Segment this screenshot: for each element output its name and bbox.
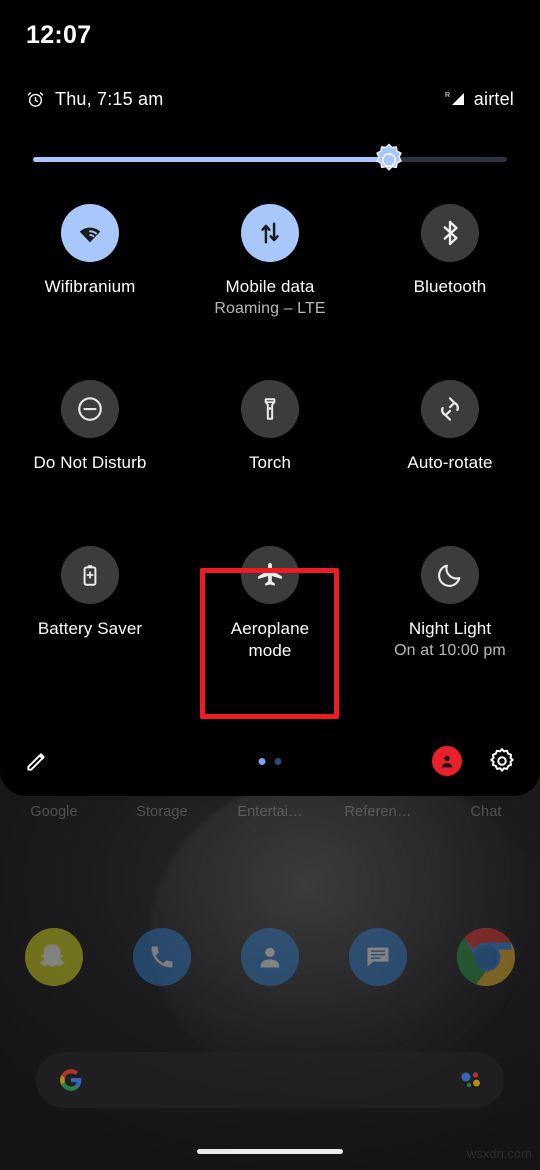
tile-sublabel: On at 10:00 pm xyxy=(394,641,506,659)
pencil-edit-icon[interactable] xyxy=(24,748,50,774)
quick-settings-tiles: Wifibranium Mobile data Roaming – LTE Bl… xyxy=(0,204,540,696)
home-gesture-bar[interactable] xyxy=(197,1149,343,1154)
alarm-info[interactable]: Thu, 7:15 am xyxy=(26,89,163,110)
tile-icon-container xyxy=(241,380,299,438)
tile-icon-container xyxy=(241,204,299,262)
folder-label: Referen… xyxy=(344,804,412,820)
folder-label: Google xyxy=(30,804,78,820)
gear-settings-icon[interactable] xyxy=(488,747,516,775)
signal-bars-icon: R xyxy=(444,89,468,109)
phone-screen: Google Storage Entertai… Referen… Chat w… xyxy=(0,0,540,1170)
folder-label: Storage xyxy=(136,804,188,820)
google-g-icon xyxy=(58,1067,84,1093)
tile-icon-container xyxy=(61,546,119,604)
do-not-disturb-icon xyxy=(78,397,102,421)
user-avatar-icon[interactable] xyxy=(432,746,462,776)
dock-item-snapchat[interactable] xyxy=(0,928,108,986)
page-dot-2[interactable] xyxy=(274,757,282,765)
folder-label: Entertai… xyxy=(237,804,303,820)
carrier-name: airtel xyxy=(473,88,514,109)
dock-item-messages[interactable] xyxy=(324,928,432,986)
snapchat-ghost-icon xyxy=(25,928,83,986)
tile-sublabel: Roaming – LTE xyxy=(214,299,326,317)
svg-text:R: R xyxy=(445,92,450,99)
tile-row-3: Battery Saver Aeroplane mode Night Light… xyxy=(0,546,540,696)
chrome-browser-icon xyxy=(457,928,515,986)
tile-torch[interactable]: Torch xyxy=(180,380,360,546)
home-dock xyxy=(0,928,540,986)
contacts-person-icon xyxy=(241,928,299,986)
tile-icon-container xyxy=(61,204,119,262)
tile-label: Torch xyxy=(248,453,292,472)
tile-label: Battery Saver xyxy=(37,619,143,638)
brightness-slider-thumb[interactable] xyxy=(372,143,406,177)
tile-icon-container xyxy=(241,546,299,604)
page-indicator xyxy=(258,757,282,765)
carrier-info: R airtel xyxy=(444,89,514,110)
tile-auto-rotate[interactable]: Auto-rotate xyxy=(360,380,540,546)
crescent-moon-icon xyxy=(438,564,461,587)
google-assistant-icon[interactable] xyxy=(458,1068,482,1092)
quick-settings-footer xyxy=(0,738,540,784)
status-bar-clock: 12:07 xyxy=(26,21,92,49)
messages-bubble-icon xyxy=(349,928,407,986)
tile-row-1: Wifibranium Mobile data Roaming – LTE Bl… xyxy=(0,204,540,380)
tile-label: Aeroplane mode xyxy=(230,619,310,660)
tile-wifi[interactable]: Wifibranium xyxy=(0,204,180,380)
site-watermark: wsxdn.com xyxy=(466,1146,532,1161)
tile-night-light[interactable]: Night Light On at 10:00 pm xyxy=(360,546,540,696)
footer-actions xyxy=(432,746,516,776)
tile-do-not-disturb[interactable]: Do Not Disturb xyxy=(0,380,180,546)
tile-icon-container xyxy=(61,380,119,438)
tile-icon-container xyxy=(421,380,479,438)
auto-rotate-icon xyxy=(441,397,459,421)
tile-label: Mobile data xyxy=(225,277,315,296)
battery-saver-icon xyxy=(83,565,97,586)
alarm-clock-icon xyxy=(26,90,45,109)
bluetooth-icon xyxy=(443,220,458,246)
google-search-bar[interactable] xyxy=(36,1052,504,1108)
tile-icon-container xyxy=(421,204,479,262)
tile-label: Do Not Disturb xyxy=(33,453,147,472)
tile-mobile-data[interactable]: Mobile data Roaming – LTE xyxy=(180,204,360,380)
brightness-slider[interactable] xyxy=(33,143,507,170)
flashlight-icon xyxy=(264,398,276,420)
wifi-icon xyxy=(79,227,101,243)
airplane-icon xyxy=(258,562,282,586)
tile-label: Bluetooth xyxy=(413,277,487,296)
dock-item-contacts[interactable] xyxy=(216,928,324,986)
tile-row-2: Do Not Disturb Torch Auto-rotate xyxy=(0,380,540,546)
tile-bluetooth[interactable]: Bluetooth xyxy=(360,204,540,380)
brightness-slider-fill xyxy=(33,157,389,162)
page-dot-1[interactable] xyxy=(258,757,266,765)
tile-battery-saver[interactable]: Battery Saver xyxy=(0,546,180,696)
dock-item-phone[interactable] xyxy=(108,928,216,986)
tile-icon-container xyxy=(421,546,479,604)
phone-handset-icon xyxy=(133,928,191,986)
tile-label: Night Light xyxy=(408,619,492,638)
dock-item-chrome[interactable] xyxy=(432,928,540,986)
tile-label: Auto-rotate xyxy=(407,453,493,472)
quick-settings-header: Thu, 7:15 am R airtel xyxy=(0,84,540,114)
tile-aeroplane-mode[interactable]: Aeroplane mode xyxy=(180,546,360,696)
folder-label: Chat xyxy=(470,804,502,820)
tile-label: Wifibranium xyxy=(44,277,136,296)
mobile-data-arrows-icon xyxy=(261,222,279,244)
quick-settings-panel: 12:07 Thu, 7:15 am R airtel Wifibranium … xyxy=(0,0,540,796)
alarm-text: Thu, 7:15 am xyxy=(55,88,164,109)
